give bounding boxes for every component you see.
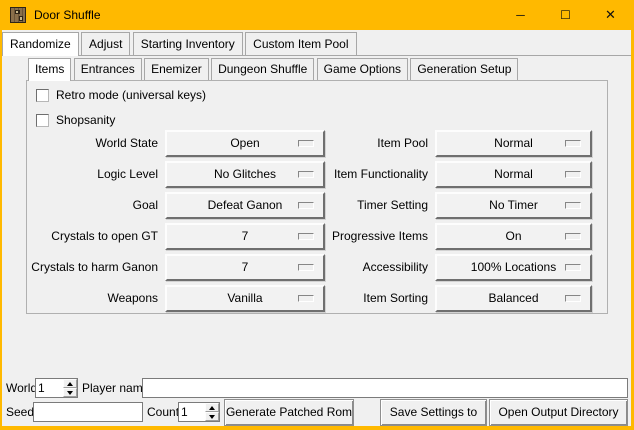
crystals-ganon-label: Crystals to harm Ganon: [10, 254, 158, 281]
spinner-down-button[interactable]: [63, 388, 77, 397]
timer-setting-label: Timer Setting: [280, 192, 428, 219]
dropdown-indicator-icon: [565, 233, 581, 240]
shopsanity-checkbox[interactable]: Shopsanity: [36, 113, 115, 127]
close-button[interactable]: ✕: [588, 0, 633, 30]
item-pool-label: Item Pool: [280, 130, 428, 157]
worlds-spinner[interactable]: [35, 378, 78, 398]
item-functionality-value: Normal: [494, 163, 533, 186]
spinner-down-button[interactable]: [205, 412, 219, 421]
title-bar[interactable]: Door Shuffle ─ ☐ ✕: [0, 0, 634, 30]
item-functionality-dropdown[interactable]: Normal: [435, 161, 592, 188]
dropdown-indicator-icon: [565, 202, 581, 209]
accessibility-label: Accessibility: [280, 254, 428, 281]
weapons-value: Vanilla: [227, 287, 262, 310]
item-sorting-value: Balanced: [488, 287, 538, 310]
worlds-input[interactable]: [36, 379, 63, 397]
tab-custom-item-pool[interactable]: Custom Item Pool: [245, 32, 356, 55]
sub-tab-bar: Items Entrances Enemizer Dungeon Shuffle…: [28, 58, 517, 81]
crystals-ganon-value: 7: [242, 256, 249, 279]
maximize-icon: ☐: [560, 8, 571, 22]
accessibility-dropdown[interactable]: 100% Locations: [435, 254, 592, 281]
save-settings-button[interactable]: Save Settings to File: [380, 399, 487, 426]
arrow-up-icon: [209, 406, 215, 410]
dropdown-indicator-icon: [565, 140, 581, 147]
minimize-button[interactable]: ─: [498, 0, 543, 30]
crystals-gt-label: Crystals to open GT: [10, 223, 158, 250]
logic-level-value: No Glitches: [214, 163, 276, 186]
window-title: Door Shuffle: [34, 0, 101, 30]
item-functionality-label: Item Functionality: [280, 161, 428, 188]
crystals-gt-value: 7: [242, 225, 249, 248]
progressive-items-dropdown[interactable]: On: [435, 223, 592, 250]
dropdown-indicator-icon: [565, 264, 581, 271]
worlds-spin-buttons: [63, 379, 77, 397]
item-sorting-dropdown[interactable]: Balanced: [435, 285, 592, 312]
tab-starting-inventory[interactable]: Starting Inventory: [133, 32, 243, 55]
checkbox-box-icon[interactable]: [36, 114, 49, 127]
open-output-directory-button[interactable]: Open Output Directory: [489, 399, 628, 426]
retro-mode-checkbox[interactable]: Retro mode (universal keys): [36, 88, 206, 102]
arrow-down-icon: [67, 391, 73, 395]
timer-setting-dropdown[interactable]: No Timer: [435, 192, 592, 219]
weapons-label: Weapons: [10, 285, 158, 312]
count-spin-buttons: [205, 403, 219, 421]
window-border-left: [0, 0, 2, 430]
item-pool-value: Normal: [494, 132, 533, 155]
item-pool-dropdown[interactable]: Normal: [435, 130, 592, 157]
sub-tab-generation-setup[interactable]: Generation Setup: [410, 58, 518, 80]
count-label: Count: [147, 402, 179, 422]
logic-level-label: Logic Level: [10, 161, 158, 188]
timer-setting-value: No Timer: [489, 194, 538, 217]
sub-tab-entrances[interactable]: Entrances: [74, 58, 142, 80]
arrow-down-icon: [209, 415, 215, 419]
dropdown-indicator-icon: [565, 295, 581, 302]
app-icon: [10, 7, 26, 23]
tab-randomize[interactable]: Randomize: [2, 32, 79, 56]
item-sorting-label: Item Sorting: [280, 285, 428, 312]
goal-label: Goal: [10, 192, 158, 219]
door-shuffle-window: Door Shuffle ─ ☐ ✕ Randomize Adjust Star…: [0, 0, 634, 430]
maximize-button[interactable]: ☐: [543, 0, 588, 30]
spinner-up-button[interactable]: [205, 403, 219, 412]
arrow-up-icon: [67, 382, 73, 386]
progressive-items-label: Progressive Items: [280, 223, 428, 250]
world-state-label: World State: [10, 130, 158, 157]
tab-adjust[interactable]: Adjust: [81, 32, 130, 55]
main-tab-bar: Randomize Adjust Starting Inventory Cust…: [2, 32, 356, 56]
checkbox-box-icon[interactable]: [36, 89, 49, 102]
progressive-items-value: On: [505, 225, 521, 248]
sub-tab-enemizer[interactable]: Enemizer: [144, 58, 209, 80]
accessibility-value: 100% Locations: [471, 256, 556, 279]
window-border-bottom: [0, 426, 634, 430]
count-input[interactable]: [179, 403, 205, 421]
generate-patched-rom-button[interactable]: Generate Patched Rom: [224, 399, 354, 426]
shopsanity-label: Shopsanity: [56, 113, 115, 127]
count-spinner[interactable]: [178, 402, 220, 422]
goal-value: Defeat Ganon: [208, 194, 283, 217]
world-state-value: Open: [230, 132, 259, 155]
sub-tab-dungeon-shuffle[interactable]: Dungeon Shuffle: [211, 58, 314, 80]
seed-input[interactable]: [33, 402, 143, 422]
player-names-input[interactable]: [142, 378, 628, 398]
minimize-icon: ─: [516, 8, 525, 22]
close-icon: ✕: [605, 7, 616, 23]
dropdown-indicator-icon: [565, 171, 581, 178]
sub-tab-game-options[interactable]: Game Options: [317, 58, 408, 80]
sub-tab-items[interactable]: Items: [28, 58, 71, 81]
spinner-up-button[interactable]: [63, 379, 77, 388]
retro-mode-label: Retro mode (universal keys): [56, 88, 206, 102]
